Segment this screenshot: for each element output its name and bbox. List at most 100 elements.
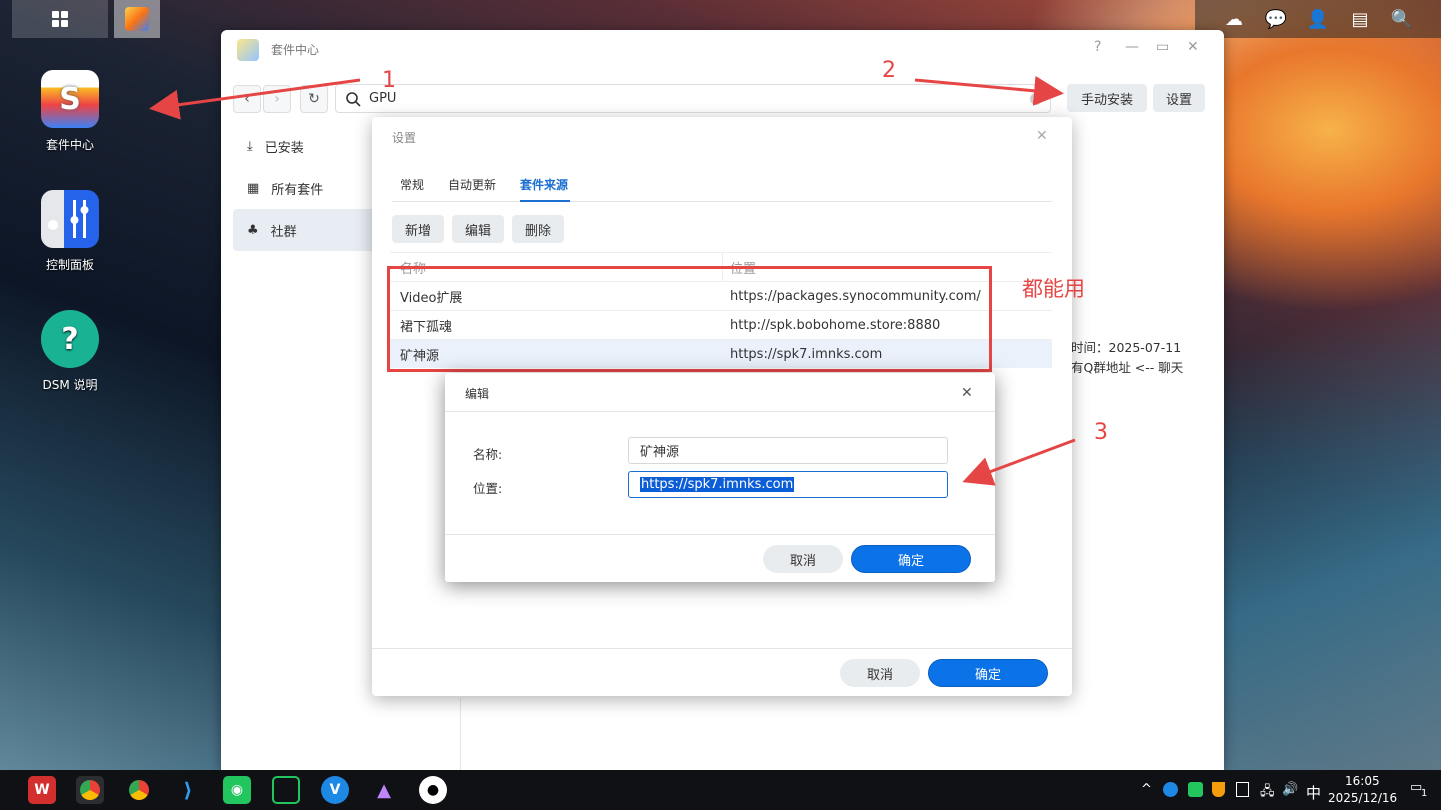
tray-wechat-icon[interactable] — [1188, 782, 1203, 797]
ok-button[interactable]: 确定 — [928, 659, 1048, 687]
refresh-button[interactable]: ↻ — [300, 85, 328, 113]
tray-v-icon[interactable] — [1163, 782, 1178, 797]
notification-count: 1 — [1421, 788, 1428, 799]
clock-date[interactable]: 2025/12/16 — [1328, 791, 1397, 805]
tray-app-icon[interactable] — [1236, 782, 1249, 797]
wps-icon[interactable]: W — [28, 776, 56, 804]
help-icon: ? — [41, 310, 99, 368]
user-icon[interactable]: 👤 — [1307, 8, 1329, 30]
settings-button[interactable]: 设置 — [1153, 84, 1205, 112]
desktop-icon-label: DSM 说明 — [42, 378, 98, 392]
chevron-right-icon: › — [274, 91, 280, 107]
tab-package-sources[interactable]: 套件来源 — [520, 176, 568, 193]
chat-icon[interactable]: 💬 — [1265, 8, 1287, 30]
tab-auto-update[interactable]: 自动更新 — [448, 176, 496, 193]
footer-divider — [372, 648, 1072, 649]
delete-button[interactable]: 删除 — [512, 215, 565, 243]
back-button[interactable]: ‹ — [233, 85, 261, 113]
add-button[interactable]: 新增 — [392, 215, 445, 243]
maximize-button[interactable]: ▭ — [1156, 39, 1169, 55]
v-app-icon[interactable]: V — [321, 776, 349, 804]
location-value-selected: https://spk7.imnks.com — [640, 477, 795, 492]
package-time-text: 时间：2025-07-11 — [1071, 340, 1182, 355]
desktop-icon-dsm-help[interactable]: ? DSM 说明 — [20, 310, 120, 393]
control-panel-icon — [41, 190, 99, 248]
taskbar-package-center[interactable] — [114, 0, 160, 38]
help-button[interactable]: ? — [1094, 39, 1101, 55]
sidebar-item-label: 已安装 — [264, 140, 304, 156]
edit-footer-divider — [445, 534, 995, 535]
search-input[interactable]: GPU — [335, 84, 1051, 113]
desktop-icon-label: 控制面板 — [45, 258, 94, 272]
network-icon[interactable]: 🖧 — [1260, 782, 1275, 804]
widget-icon[interactable]: ▤ — [1349, 8, 1371, 30]
shield-icon[interactable] — [1212, 782, 1225, 797]
name-field[interactable]: 矿神源 — [628, 437, 948, 464]
annotation-3: 3 — [1094, 420, 1108, 445]
package-center-icon — [125, 7, 149, 31]
top-tray: ☁ 💬 👤 ▤ 🔍 — [1195, 0, 1441, 38]
edit-header-divider — [445, 411, 995, 412]
grid-icon: ▦ — [247, 180, 260, 196]
clock-time[interactable]: 16:05 — [1345, 774, 1380, 788]
search-value: GPU — [369, 91, 397, 106]
sidebar-item-label: 社群 — [270, 224, 297, 240]
edit-cancel-button[interactable]: 取消 — [763, 545, 843, 573]
location-label: 位置: — [473, 481, 503, 496]
tab-active-indicator — [520, 200, 570, 202]
community-icon: ♣ — [247, 222, 259, 238]
download-icon: ⤓ — [247, 138, 253, 154]
annotation-1: 1 — [382, 68, 396, 93]
main-menu-icon — [52, 11, 68, 27]
tab-divider — [392, 201, 1052, 202]
window-title: 套件中心 — [271, 43, 320, 57]
desktop-icon-control-panel[interactable]: 控制面板 — [20, 190, 120, 273]
search-icon — [346, 92, 361, 107]
search-icon[interactable]: 🔍 — [1391, 8, 1413, 30]
message-icon[interactable] — [272, 776, 300, 804]
sync-icon[interactable]: ☁ — [1223, 8, 1245, 30]
highlight-box — [387, 266, 992, 372]
ime-indicator[interactable]: 中 — [1306, 782, 1321, 803]
minimize-button[interactable]: — — [1125, 39, 1139, 55]
package-desc-text: 有Q群地址 <-- 聊天 — [1071, 360, 1184, 375]
clear-icon[interactable] — [1030, 93, 1042, 105]
edit-dialog-title: 编辑 — [465, 387, 490, 401]
sidebar-item-installed[interactable]: ⤓ 已安装 — [233, 125, 383, 167]
wechat-icon[interactable]: ◉ — [223, 776, 251, 804]
sidebar-item-community[interactable]: ♣ 社群 — [233, 209, 383, 251]
tab-general[interactable]: 常规 — [400, 176, 424, 193]
dialog-title: 设置 — [392, 131, 417, 145]
edit-dialog: 编辑 ✕ 名称: 矿神源 位置: https://spk7.imnks.com … — [445, 373, 995, 582]
package-center-icon — [237, 39, 259, 61]
sidebar-item-label: 所有套件 — [271, 182, 324, 198]
chevron-up-icon[interactable]: ^ — [1141, 782, 1152, 797]
forward-button[interactable]: › — [263, 85, 291, 113]
desktop-icon-package-center[interactable]: S 套件中心 — [20, 70, 120, 153]
chrome-icon[interactable] — [76, 776, 104, 804]
location-field[interactable]: https://spk7.imnks.com — [628, 471, 948, 498]
dialog-close-button[interactable]: ✕ — [1036, 128, 1048, 144]
refresh-icon: ↻ — [308, 91, 320, 107]
taskbar: W ⟩ ◉ V ▲ ● ^ 🖧 🔊 中 16:05 2025/12/16 ▭ 1 — [0, 770, 1441, 810]
manual-install-button[interactable]: 手动安装 — [1067, 84, 1147, 112]
volume-icon[interactable]: 🔊 — [1282, 782, 1298, 797]
annotation-2: 2 — [882, 58, 896, 83]
package-center-icon: S — [41, 70, 99, 128]
edit-button[interactable]: 编辑 — [452, 215, 505, 243]
chrome-icon[interactable] — [125, 776, 153, 804]
sidebar-item-all-packages[interactable]: ▦ 所有套件 — [233, 167, 383, 209]
sidebar-divider — [460, 698, 461, 770]
edit-ok-button[interactable]: 确定 — [851, 545, 971, 573]
close-button[interactable]: ✕ — [1187, 39, 1199, 55]
cancel-button[interactable]: 取消 — [840, 659, 920, 687]
name-label: 名称: — [473, 447, 503, 462]
art-app-icon[interactable]: ▲ — [370, 776, 398, 804]
chevron-left-icon: ‹ — [244, 91, 250, 107]
edit-dialog-close-button[interactable]: ✕ — [961, 385, 973, 401]
desktop-icon-label: 套件中心 — [45, 138, 94, 152]
main-menu-button[interactable] — [12, 0, 108, 38]
qq-icon[interactable]: ● — [419, 776, 447, 804]
annotation-all-work: 都能用 — [1022, 277, 1085, 301]
vscode-icon[interactable]: ⟩ — [174, 776, 202, 804]
